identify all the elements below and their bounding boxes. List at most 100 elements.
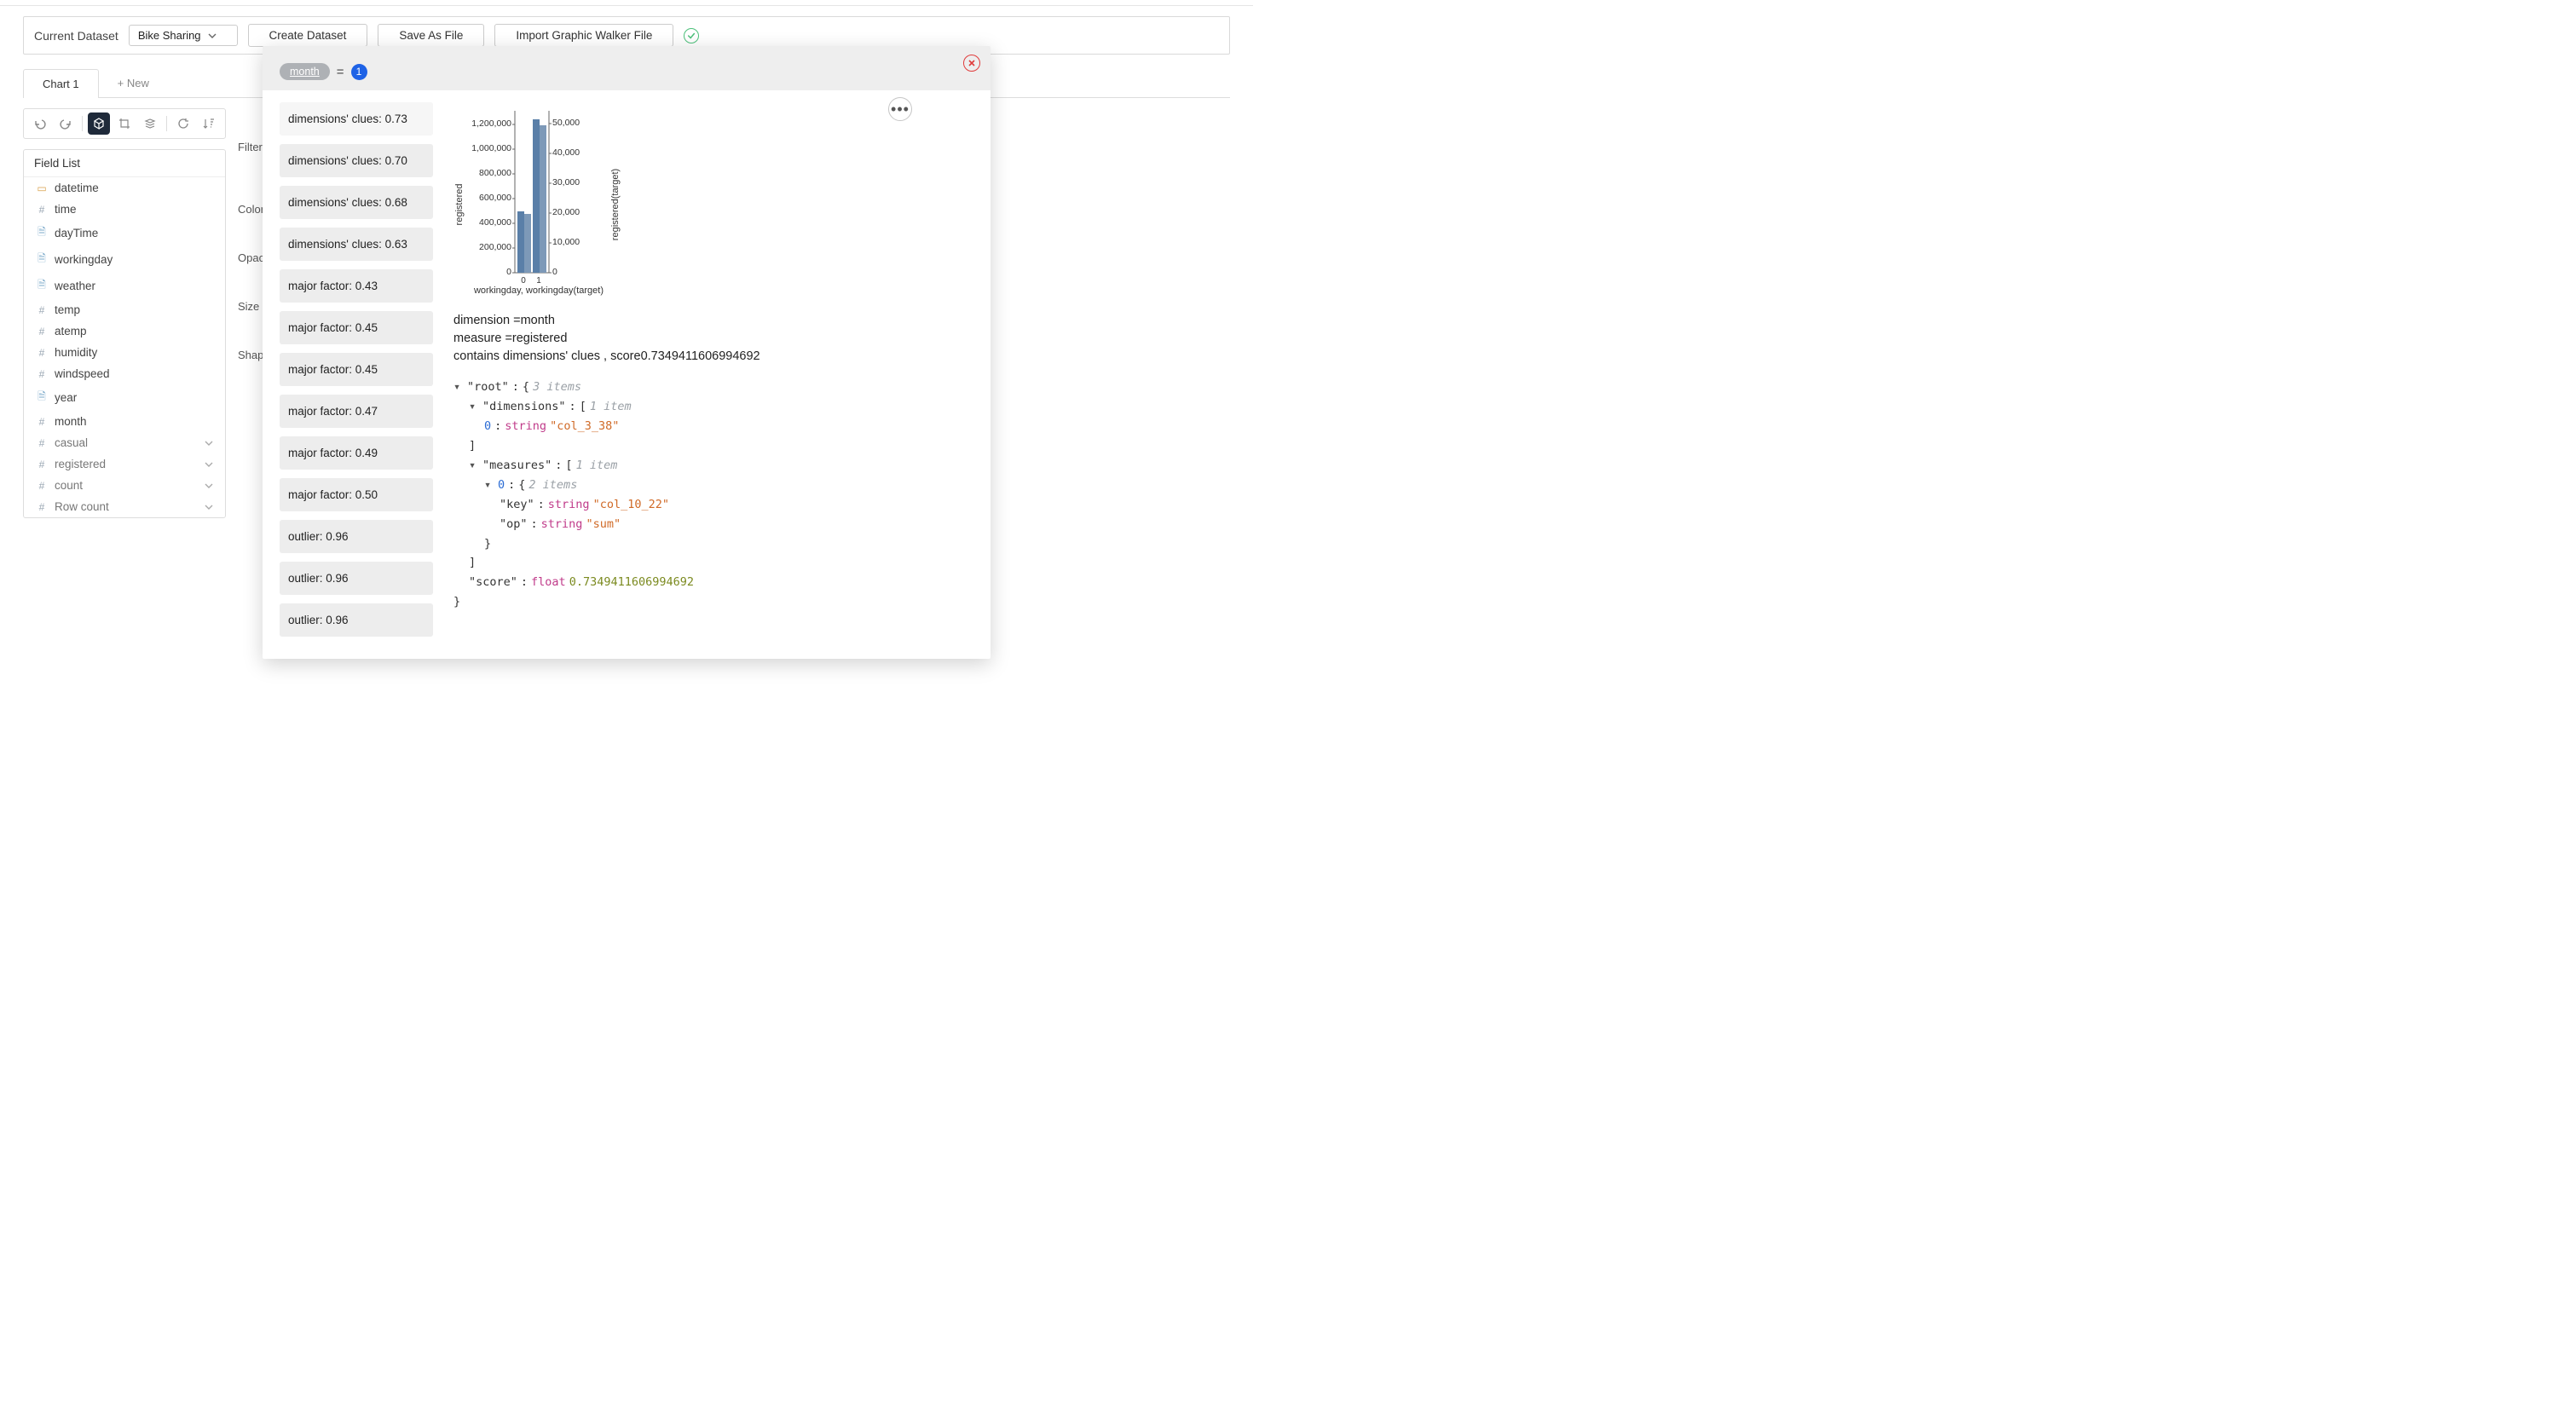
create-dataset-button[interactable]: Create Dataset [248,24,368,47]
left-column: Field List ▭datetime #time 🗎dayTime 🗎wor… [23,108,226,518]
hash-icon: # [36,347,48,359]
json-value: "col_10_22" [593,495,669,515]
field-month[interactable]: #month [24,411,225,432]
field-label: humidity [55,346,97,359]
bar-cat0-left [517,211,524,273]
field-weather[interactable]: 🗎 weather [24,273,225,299]
calendar-icon: ▭ [36,182,48,194]
field-list-title: Field List [24,150,225,177]
field-windspeed[interactable]: #windspeed [24,363,225,384]
bar-cat1-right [540,125,546,273]
more-icon[interactable]: ••• [888,97,912,121]
info-score: contains dimensions' clues , score0.7349… [453,348,973,366]
tick-right: 30,000 [552,177,580,188]
redo-icon[interactable] [55,112,77,135]
import-gw-file-button[interactable]: Import Graphic Walker File [494,24,673,47]
json-line: ▾ "root" : { 3 items [453,378,973,397]
insight-modal: month = 1 dimensions' clues: 0.73 dimens… [263,46,991,659]
json-line: ▾ "dimensions" : [ 1 item [453,397,973,417]
json-line: "score" : float 0.7349411606994692 [453,573,973,592]
tick-right: 0 [552,267,557,277]
clue-item[interactable]: major factor: 0.43 [280,269,433,303]
tab-new[interactable]: + New [98,68,169,97]
clue-item[interactable]: dimensions' clues: 0.73 [280,102,433,136]
stack-icon[interactable] [139,112,161,135]
clue-item[interactable]: major factor: 0.50 [280,478,433,511]
toolbar-separator [166,116,167,131]
chevron-down-icon [205,482,213,490]
field-time[interactable]: #time [24,199,225,220]
dataset-select-value: Bike Sharing [138,29,201,42]
clue-item[interactable]: dimensions' clues: 0.68 [280,186,433,219]
hash-icon: # [36,304,48,316]
clue-item[interactable]: outlier: 0.96 [280,562,433,595]
clue-item[interactable]: outlier: 0.96 [280,603,433,637]
cube-icon[interactable] [88,112,110,135]
field-label: dayTime [55,227,98,239]
clue-item[interactable]: major factor: 0.45 [280,353,433,386]
json-index: 0 [498,476,505,495]
caret-down-icon[interactable]: ▾ [484,476,494,495]
caret-down-icon[interactable]: ▾ [469,397,479,417]
caret-down-icon[interactable]: ▾ [453,378,464,397]
tick-left: 600,000 [479,193,511,203]
json-line: ▾ "measures" : [ 1 item [453,456,973,476]
field-humidity[interactable]: # humidity [24,342,225,363]
field-atemp[interactable]: #atemp [24,320,225,342]
modal-content: ••• registered registered(target) 0 [453,102,973,637]
json-type: float [531,573,566,592]
field-count[interactable]: # count [24,475,225,496]
json-line: } [453,592,973,612]
close-icon[interactable] [963,55,980,72]
field-datetime[interactable]: ▭datetime [24,177,225,199]
json-key: "root" [467,378,509,397]
dataset-select[interactable]: Bike Sharing [129,25,238,46]
hash-icon: # [36,501,48,513]
refresh-icon[interactable] [172,112,194,135]
field-label: weather [55,280,95,292]
clue-item[interactable]: major factor: 0.45 [280,311,433,344]
bar-cat1-left [533,119,540,273]
page-icon: 🗎 [36,389,48,407]
undo-icon[interactable] [29,112,51,135]
tick-left: 1,000,000 [471,143,511,153]
field-registered[interactable]: #registered [24,453,225,475]
sort-icon[interactable] [198,112,220,135]
clue-item[interactable]: dimensions' clues: 0.63 [280,228,433,261]
caret-down-icon[interactable]: ▾ [469,456,479,476]
clue-item[interactable]: outlier: 0.96 [280,520,433,553]
hash-icon: # [36,416,48,428]
field-temp[interactable]: # temp [24,299,225,320]
x-label: workingday, workingday(target) [473,286,604,296]
chevron-down-icon [205,439,213,447]
clue-item[interactable]: dimensions' clues: 0.70 [280,144,433,177]
field-label: registered [55,458,106,470]
field-label: temp [55,303,80,316]
crop-icon[interactable] [113,112,136,135]
json-type: string [548,495,590,515]
field-label: workingday [55,253,113,266]
field-workingday[interactable]: 🗎workingday [24,246,225,273]
field-casual[interactable]: #casual [24,432,225,453]
value-badge[interactable]: 1 [351,64,367,80]
clue-list: dimensions' clues: 0.73 dimensions' clue… [280,102,433,637]
field-rowcount[interactable]: #Row count [24,496,225,517]
clue-item[interactable]: major factor: 0.49 [280,436,433,470]
save-as-file-button[interactable]: Save As File [378,24,484,47]
page-icon: 🗎 [36,277,48,295]
field-daytime[interactable]: 🗎 dayTime [24,220,225,246]
field-label: time [55,203,77,216]
filter-expr: month = 1 [280,63,367,80]
page-icon: 🗎 [36,224,48,242]
field-label: count [55,479,83,492]
json-key: "key" [500,495,534,515]
hash-icon: # [36,437,48,449]
hash-icon: # [36,480,48,492]
json-count: 1 item [590,397,632,417]
field-year[interactable]: 🗎year [24,384,225,411]
top-separator [0,0,1253,6]
field-pill[interactable]: month [280,63,330,80]
clue-item[interactable]: major factor: 0.47 [280,395,433,428]
tab-chart-1[interactable]: Chart 1 [23,69,99,98]
json-line: 0 : string "col_3_38" [453,417,973,436]
